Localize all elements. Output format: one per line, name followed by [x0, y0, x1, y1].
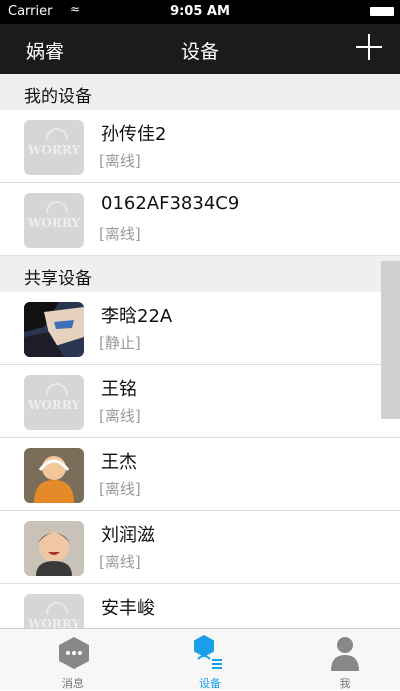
tab-messages[interactable]: 消息 [33, 633, 113, 691]
device-status: [静止] [99, 334, 141, 352]
page-title: 设备 [180, 41, 219, 63]
device-list-icon [197, 655, 222, 669]
clock: 9:05 AM [170, 4, 230, 19]
signal-icon [46, 128, 68, 140]
person-icon [331, 637, 359, 671]
device-status: [离线] [99, 225, 141, 243]
device-name: 王铭 [101, 379, 137, 400]
chat-icon [59, 637, 89, 669]
tab-label: 我 [339, 677, 351, 690]
section-shared-devices: 共享设备 [0, 256, 400, 292]
device-name: 安丰峻 [101, 598, 155, 619]
tab-label: 设备 [199, 677, 221, 690]
device-row[interactable]: 刘润滋 [离线] [0, 511, 400, 584]
cartoon-avatar [24, 448, 84, 503]
status-bar: Carrier ≈ 9:05 AM [0, 0, 400, 24]
device-name: 王杰 [101, 452, 137, 473]
worry-logo-avatar: WORRY [24, 120, 84, 175]
device-row[interactable]: WORRY 0162AF3834C9 [离线] [0, 183, 400, 256]
device-row[interactable]: 李晗22A [静止] [0, 292, 400, 365]
signal-icon [46, 201, 68, 213]
tab-devices[interactable]: 设备 [170, 633, 250, 691]
section-title: 我的设备 [24, 87, 92, 107]
signal-icon [46, 602, 68, 614]
device-row[interactable]: WORRY 孙传佳2 [离线] [0, 110, 400, 183]
device-name: 李晗22A [101, 306, 173, 327]
section-title: 共享设备 [24, 269, 92, 289]
device-status: [离线] [99, 407, 141, 425]
device-status: [离线] [99, 152, 141, 170]
device-status: [离线] [99, 480, 141, 498]
tab-me[interactable]: 我 [305, 633, 385, 691]
nav-bar: 娲睿 设备 [0, 24, 400, 74]
tab-label: 消息 [62, 677, 84, 690]
child-photo-avatar [24, 521, 84, 576]
device-name: 刘润滋 [101, 525, 155, 546]
section-my-devices: 我的设备 [0, 74, 400, 110]
device-name: 0162AF3834C9 [101, 193, 240, 214]
scrollbar[interactable] [381, 261, 400, 419]
device-status: [离线] [99, 553, 141, 571]
battery-icon [370, 7, 394, 16]
device-name: 孙传佳2 [101, 124, 167, 145]
worry-logo-avatar: WORRY [24, 375, 84, 430]
signal-icon [46, 383, 68, 395]
device-row[interactable]: 王杰 [离线] [0, 438, 400, 511]
add-device-button[interactable] [354, 32, 384, 62]
tab-bar: 消息 设备 我 [0, 628, 400, 690]
device-row[interactable]: WORRY 王铭 [离线] [0, 365, 400, 438]
anime-avatar [24, 302, 84, 357]
worry-logo-avatar: WORRY [24, 193, 84, 248]
